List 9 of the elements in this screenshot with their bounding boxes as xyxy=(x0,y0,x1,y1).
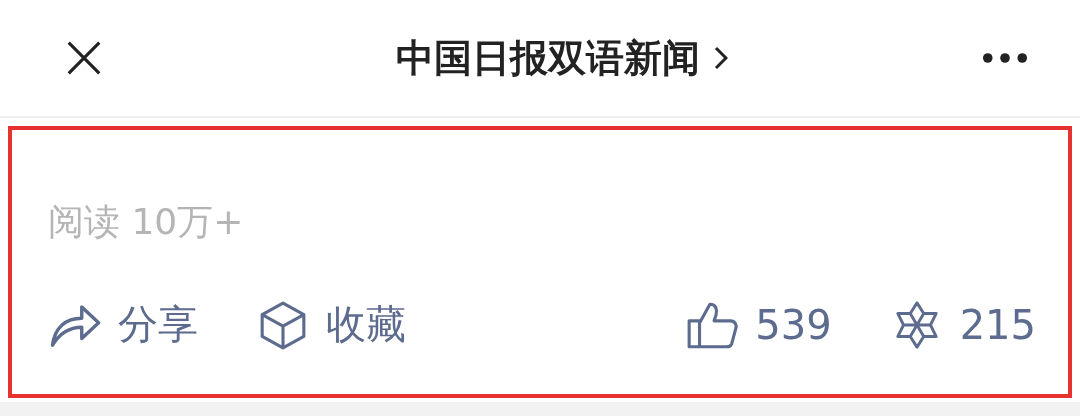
share-button[interactable]: 分享 xyxy=(48,297,198,352)
close-icon[interactable] xyxy=(66,40,102,76)
favorite-button[interactable]: 收藏 xyxy=(256,297,406,352)
read-count: 阅读 10万+ xyxy=(48,200,244,244)
like-button[interactable]: 539 xyxy=(685,297,832,352)
account-title[interactable]: 中国日报双语新闻 xyxy=(396,32,700,84)
more-icon[interactable] xyxy=(982,52,1028,64)
wow-button[interactable]: 215 xyxy=(889,297,1036,352)
chevron-icon[interactable] xyxy=(714,46,728,70)
